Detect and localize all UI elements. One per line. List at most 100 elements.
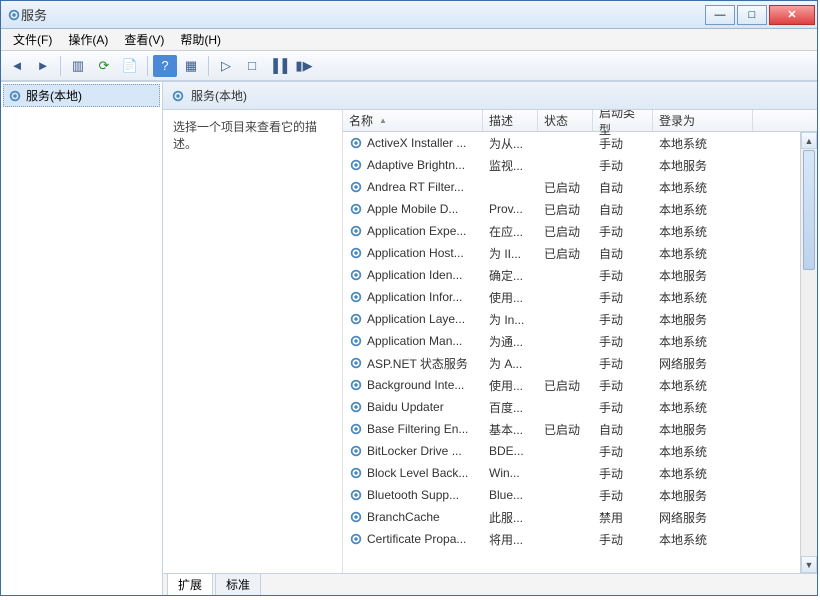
close-button[interactable]: ✕	[769, 5, 815, 25]
service-row[interactable]: Application Expe...在应...已启动手动本地系统	[343, 220, 800, 242]
scroll-up-button[interactable]: ▲	[801, 132, 817, 149]
menu-file[interactable]: 文件(F)	[5, 29, 60, 50]
cell-status: 已启动	[538, 201, 593, 218]
service-name: ActiveX Installer ...	[367, 136, 466, 150]
cell-desc: 为通...	[483, 333, 538, 350]
cell-desc: 为从...	[483, 135, 538, 152]
col-logon[interactable]: 登录为	[653, 110, 753, 131]
cell-start: 手动	[593, 157, 653, 174]
service-row[interactable]: Application Man...为通...手动本地系统	[343, 330, 800, 352]
service-name: Application Man...	[367, 334, 462, 348]
cell-name: Andrea RT Filter...	[343, 180, 483, 194]
menu-action[interactable]: 操作(A)	[60, 29, 116, 50]
cell-name: BitLocker Drive ...	[343, 444, 483, 458]
menu-help[interactable]: 帮助(H)	[172, 29, 229, 50]
service-row[interactable]: Application Iden...确定...手动本地服务	[343, 264, 800, 286]
menu-view[interactable]: 查看(V)	[116, 29, 172, 50]
service-row[interactable]: ASP.NET 状态服务为 A...手动网络服务	[343, 352, 800, 374]
cell-status: 已启动	[538, 223, 593, 240]
window-buttons: — □ ✕	[705, 5, 815, 25]
service-row[interactable]: ActiveX Installer ...为从...手动本地系统	[343, 132, 800, 154]
service-row[interactable]: Certificate Propa...将用...手动本地系统	[343, 528, 800, 550]
tree-root-item[interactable]: 服务(本地)	[3, 84, 160, 107]
refresh-button[interactable]: ⟳	[92, 55, 116, 77]
cell-desc: 监视...	[483, 157, 538, 174]
service-row[interactable]: Application Laye...为 In...手动本地服务	[343, 308, 800, 330]
gear-icon	[349, 356, 363, 370]
menubar: 文件(F) 操作(A) 查看(V) 帮助(H)	[1, 29, 817, 51]
service-row[interactable]: Background Inte...使用...已启动手动本地系统	[343, 374, 800, 396]
tab-standard[interactable]: 标准	[215, 573, 261, 595]
start-service-button[interactable]: ▷	[214, 55, 238, 77]
properties-button[interactable]: ▦	[179, 55, 203, 77]
stop-service-button[interactable]: □	[240, 55, 264, 77]
col-desc[interactable]: 描述	[483, 110, 538, 131]
cell-logon: 本地服务	[653, 157, 753, 174]
cell-desc: BDE...	[483, 444, 538, 458]
service-name: BranchCache	[367, 510, 440, 524]
maximize-button[interactable]: □	[737, 5, 767, 25]
service-name: BitLocker Drive ...	[367, 444, 462, 458]
service-row[interactable]: Base Filtering En...基本...已启动自动本地服务	[343, 418, 800, 440]
show-hide-tree-button[interactable]: ▥	[66, 55, 90, 77]
service-row[interactable]: Andrea RT Filter...已启动自动本地系统	[343, 176, 800, 198]
service-row[interactable]: Application Infor...使用...手动本地系统	[343, 286, 800, 308]
gear-icon	[349, 224, 363, 238]
vertical-scrollbar[interactable]: ▲ ▼	[800, 132, 817, 573]
cell-logon: 本地系统	[653, 465, 753, 482]
cell-desc: 使用...	[483, 289, 538, 306]
pause-service-button[interactable]: ▐▐	[266, 55, 290, 77]
cell-start: 手动	[593, 355, 653, 372]
tab-extended[interactable]: 扩展	[167, 573, 213, 595]
help-button[interactable]: ?	[153, 55, 177, 77]
export-button[interactable]: 📄	[118, 55, 142, 77]
gear-icon	[349, 488, 363, 502]
service-row[interactable]: Baidu Updater百度...手动本地系统	[343, 396, 800, 418]
gear-icon	[349, 312, 363, 326]
service-row[interactable]: Apple Mobile D...Prov...已启动自动本地系统	[343, 198, 800, 220]
cell-start: 自动	[593, 245, 653, 262]
cell-name: Bluetooth Supp...	[343, 488, 483, 502]
service-row[interactable]: Adaptive Brightn...监视...手动本地服务	[343, 154, 800, 176]
toolbar: ◄ ► ▥ ⟳ 📄 ? ▦ ▷ □ ▐▐ ▮▶	[1, 51, 817, 81]
cell-start: 手动	[593, 333, 653, 350]
col-status[interactable]: 状态	[538, 110, 593, 131]
service-row[interactable]: Bluetooth Supp...Blue...手动本地服务	[343, 484, 800, 506]
restart-service-button[interactable]: ▮▶	[292, 55, 316, 77]
list-header: 名称▲ 描述 状态 启动类型 登录为	[343, 110, 817, 132]
cell-name: Application Man...	[343, 334, 483, 348]
col-name[interactable]: 名称▲	[343, 110, 483, 131]
scrollbar-thumb[interactable]	[803, 150, 815, 270]
cell-start: 手动	[593, 223, 653, 240]
minimize-button[interactable]: —	[705, 5, 735, 25]
cell-logon: 本地系统	[653, 531, 753, 548]
gear-icon	[171, 89, 185, 103]
services-window: 服务 — □ ✕ 文件(F) 操作(A) 查看(V) 帮助(H) ◄ ► ▥ ⟳…	[0, 0, 818, 596]
cell-name: Application Host...	[343, 246, 483, 260]
scroll-down-button[interactable]: ▼	[801, 556, 817, 573]
titlebar[interactable]: 服务 — □ ✕	[1, 1, 817, 29]
cell-desc: 使用...	[483, 377, 538, 394]
content-header-title: 服务(本地)	[191, 87, 247, 104]
cell-desc: 百度...	[483, 399, 538, 416]
gear-icon	[349, 400, 363, 414]
forward-button[interactable]: ►	[31, 55, 55, 77]
list-body[interactable]: ActiveX Installer ...为从...手动本地系统Adaptive…	[343, 132, 800, 573]
separator	[208, 56, 209, 76]
col-start[interactable]: 启动类型	[593, 110, 653, 131]
service-row[interactable]: BranchCache此服...禁用网络服务	[343, 506, 800, 528]
sort-asc-icon: ▲	[379, 116, 387, 125]
service-row[interactable]: Block Level Back...Win...手动本地系统	[343, 462, 800, 484]
gear-icon	[349, 158, 363, 172]
cell-desc: 此服...	[483, 509, 538, 526]
back-button[interactable]: ◄	[5, 55, 29, 77]
list-pane: 名称▲ 描述 状态 启动类型 登录为 ActiveX Installer ...…	[343, 110, 817, 573]
cell-logon: 本地服务	[653, 267, 753, 284]
cell-logon: 本地服务	[653, 487, 753, 504]
service-row[interactable]: BitLocker Drive ...BDE...手动本地系统	[343, 440, 800, 462]
gear-icon	[349, 378, 363, 392]
cell-name: Application Infor...	[343, 290, 483, 304]
window-title: 服务	[21, 5, 705, 24]
service-row[interactable]: Application Host...为 II...已启动自动本地系统	[343, 242, 800, 264]
cell-name: ActiveX Installer ...	[343, 136, 483, 150]
